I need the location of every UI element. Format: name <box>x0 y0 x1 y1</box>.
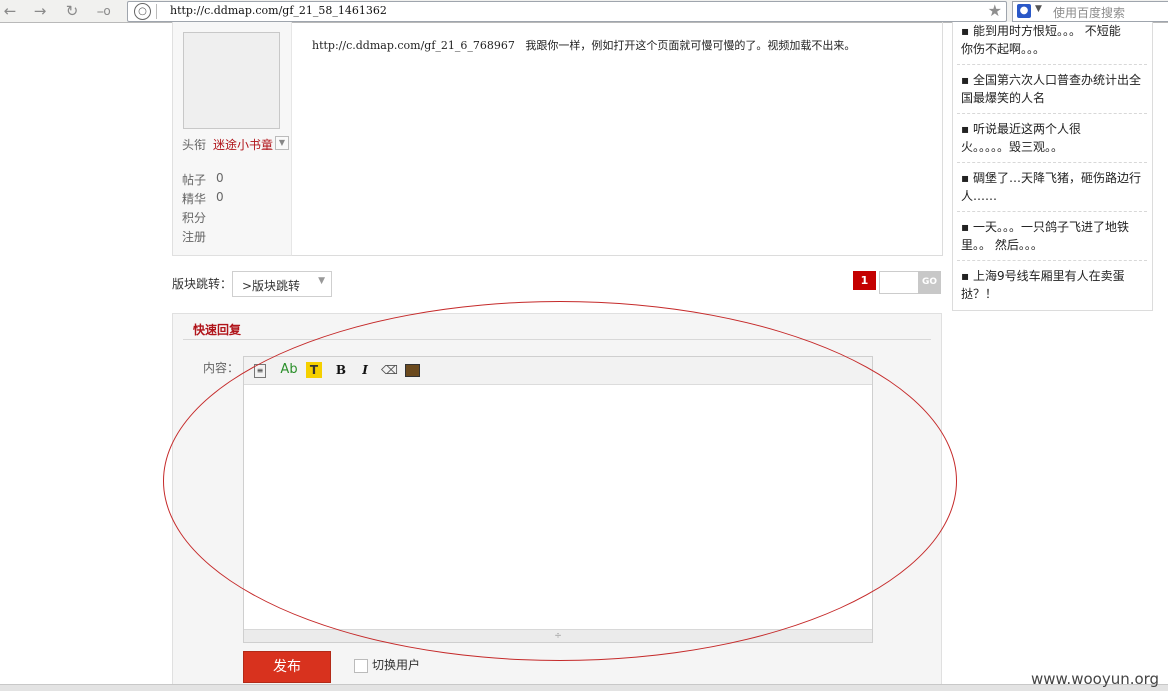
sidebar-item-line: ▪ 上海9号线车厢里有人在卖蛋 <box>961 269 1125 283</box>
forward-arrow-icon[interactable]: → <box>30 2 50 20</box>
title-value: 迷途小书童 <box>213 138 274 152</box>
baidu-paw-icon[interactable]: ● <box>1017 4 1031 18</box>
forum-jump-select[interactable]: >版块跳转 ▼ <box>232 271 332 297</box>
posts-value: 0 <box>216 171 224 185</box>
post-link[interactable]: http://c.ddmap.com/gf_21_6_768967 <box>312 39 515 52</box>
post-text: 我跟你一样，例如打开这个页面就可慢可慢的了。视频加载不出来。 <box>525 39 856 52</box>
sidebar-item-line: 里。。 然后。。。 <box>961 238 1043 252</box>
address-url[interactable]: http://c.ddmap.com/gf_21_58_1461362 <box>170 4 387 17</box>
post-content-area <box>291 22 943 256</box>
avatar[interactable] <box>183 32 280 129</box>
font-color-icon[interactable]: Ab <box>278 362 300 378</box>
search-box[interactable]: ● ▼ 使用百度搜索 <box>1012 1 1168 22</box>
editor-toolbar: ≡ Ab T B I ⌫ <box>244 357 872 385</box>
reload-icon[interactable]: ↻ <box>62 2 82 20</box>
hot-topics-sidebar: ▪ 能到用时方恨短。。。 不短能 你伤不起啊。。。 ▪ 全国第六次人口普查办统计… <box>952 22 1153 311</box>
divider <box>957 211 1147 212</box>
divider <box>957 113 1147 114</box>
sidebar-item[interactable]: ▪ 全国第六次人口普查办统计出全 国最爆笑的人名 <box>961 71 1145 107</box>
key-icon[interactable]: ⎯o <box>94 2 114 20</box>
submit-button[interactable]: 发布 <box>243 651 331 683</box>
sidebar-item-line: 火。。。。。毁三观。。 <box>961 140 1064 154</box>
sidebar-item-line: ▪ 全国第六次人口普查办统计出全 <box>961 73 1141 87</box>
insert-image-icon[interactable] <box>405 364 420 377</box>
divider <box>957 260 1147 261</box>
sidebar-item[interactable]: ▪ 一天。。。一只鸽子飞进了地铁 里。。 然后。。。 <box>961 218 1145 254</box>
sidebar-item[interactable]: ▪ 听说最近这两个人很 火。。。。。毁三观。。 <box>961 120 1145 156</box>
divider <box>957 162 1147 163</box>
page-number-input[interactable] <box>879 271 919 294</box>
paste-icon[interactable]: ≡ <box>254 364 266 378</box>
search-placeholder: 使用百度搜索 <box>1053 6 1126 20</box>
quick-reply-title: 快速回复 <box>193 323 242 337</box>
sidebar-item-line: ▪ 碉堡了…天降飞猪，砸伤路边行 <box>961 171 1141 185</box>
divider <box>957 64 1147 65</box>
sidebar-item[interactable]: ▪ 上海9号线车厢里有人在卖蛋 挞？！ <box>961 267 1145 303</box>
switch-user-checkbox[interactable] <box>354 659 368 673</box>
digest-value: 0 <box>216 190 224 204</box>
title-label: 头衔 <box>182 138 207 152</box>
sidebar-item[interactable]: ▪ 碉堡了…天降飞猪，砸伤路边行 人…… <box>961 169 1145 205</box>
italic-icon[interactable]: I <box>357 362 373 378</box>
sidebar-item-line: ▪ 能到用时方恨短。。。 不短能 <box>961 24 1121 38</box>
sidebar-item-line: 你伤不起啊。。。 <box>961 42 1046 56</box>
watermark: www.wooyun.org <box>1031 670 1160 688</box>
divider <box>183 339 931 340</box>
sidebar-item[interactable]: ▪ 能到用时方恨短。。。 不短能 你伤不起啊。。。 <box>961 22 1145 58</box>
chevron-down-icon[interactable]: ▼ <box>275 136 289 150</box>
digest-label: 精华 <box>182 192 207 206</box>
sidebar-item-line: ▪ 听说最近这两个人很 <box>961 122 1081 136</box>
register-label: 注册 <box>182 230 207 244</box>
chevron-down-icon[interactable]: ▼ <box>1035 4 1042 14</box>
resize-handle[interactable]: ÷ <box>244 629 872 642</box>
star-icon[interactable]: ★ <box>988 1 1002 20</box>
content-label: 内容： <box>203 361 240 375</box>
bold-icon[interactable]: B <box>333 362 349 378</box>
current-page[interactable]: 1 <box>853 271 876 290</box>
reply-editor: ≡ Ab T B I ⌫ ÷ <box>243 356 873 643</box>
sidebar-item-line: 人…… <box>961 189 998 203</box>
post-message: http://c.ddmap.com/gf_21_6_768967 我跟你一样，… <box>312 37 855 53</box>
switch-user-label[interactable]: 切换用户 <box>372 656 420 673</box>
globe-icon: ○ <box>134 3 151 20</box>
sidebar-item-line: 国最爆笑的人名 <box>961 91 1046 105</box>
go-button[interactable]: GO <box>918 271 941 294</box>
forum-jump-value: >版块跳转 <box>242 279 301 293</box>
points-label: 积分 <box>182 211 207 225</box>
background-color-icon[interactable]: T <box>306 362 322 378</box>
chevron-down-icon: ▼ <box>318 276 325 286</box>
reply-textarea[interactable] <box>244 385 872 629</box>
address-separator <box>156 4 157 19</box>
sidebar-item-line: ▪ 一天。。。一只鸽子飞进了地铁 <box>961 220 1129 234</box>
back-arrow-icon[interactable]: ← <box>0 2 20 20</box>
eraser-icon[interactable]: ⌫ <box>381 362 398 378</box>
forum-jump-label: 版块跳转： <box>172 277 233 291</box>
sidebar-item-line: 挞？！ <box>961 287 998 301</box>
address-bar[interactable]: ○ http://c.ddmap.com/gf_21_58_1461362 ★ <box>127 1 1007 22</box>
posts-label: 帖子 <box>182 173 207 187</box>
